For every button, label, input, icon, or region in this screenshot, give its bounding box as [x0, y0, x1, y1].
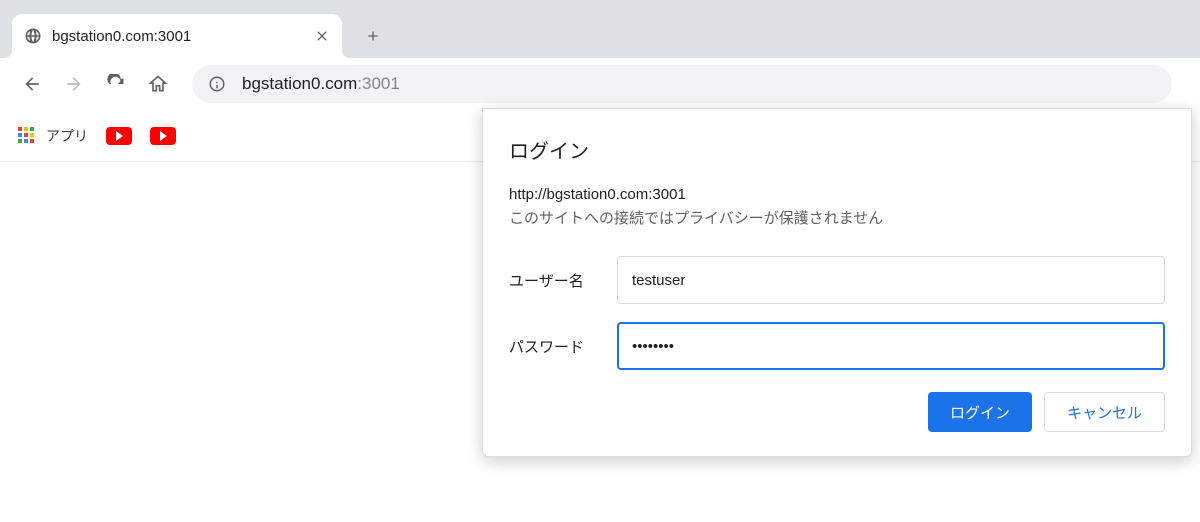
password-row: パスワード [509, 322, 1165, 370]
apps-label: アプリ [46, 126, 88, 146]
home-icon [148, 74, 168, 94]
toolbar: bgstation0.com:3001 [0, 58, 1200, 110]
plus-icon [365, 28, 381, 44]
dialog-origin: http://bgstation0.com:3001 [509, 186, 1165, 203]
apps-grid-icon [18, 127, 36, 145]
tab-strip: bgstation0.com:3001 [0, 0, 1200, 58]
arrow-right-icon [64, 74, 84, 94]
reload-icon [106, 74, 126, 94]
dialog-warning: このサイトへの接続ではプライバシーが保護されません [509, 207, 1165, 228]
forward-button[interactable] [56, 66, 92, 102]
address-bar[interactable]: bgstation0.com:3001 [192, 65, 1172, 103]
cancel-button[interactable]: キャンセル [1044, 392, 1165, 432]
password-label: パスワード [509, 336, 617, 357]
password-input[interactable] [617, 322, 1165, 370]
globe-icon [24, 27, 42, 45]
arrow-left-icon [22, 74, 42, 94]
login-button[interactable]: ログイン [928, 392, 1032, 432]
url-host: bgstation0.com [242, 74, 357, 94]
url-port: :3001 [357, 74, 400, 94]
apps-button[interactable]: アプリ [18, 126, 88, 146]
username-row: ユーザー名 [509, 256, 1165, 304]
dialog-title: ログイン [509, 135, 1165, 164]
dialog-actions: ログイン キャンセル [509, 392, 1165, 432]
reload-button[interactable] [98, 66, 134, 102]
youtube-icon[interactable] [150, 127, 176, 145]
browser-chrome: bgstation0.com:3001 bgstation0.com:3001 [0, 0, 1200, 110]
info-icon[interactable] [208, 75, 226, 93]
youtube-icon[interactable] [106, 127, 132, 145]
back-button[interactable] [14, 66, 50, 102]
new-tab-button[interactable] [356, 19, 390, 53]
auth-dialog: ログイン http://bgstation0.com:3001 このサイトへの接… [482, 108, 1192, 457]
username-label: ユーザー名 [509, 270, 617, 291]
home-button[interactable] [140, 66, 176, 102]
username-input[interactable] [617, 256, 1165, 304]
tab-title: bgstation0.com:3001 [52, 28, 314, 45]
browser-tab[interactable]: bgstation0.com:3001 [12, 14, 342, 58]
close-icon[interactable] [314, 28, 330, 44]
